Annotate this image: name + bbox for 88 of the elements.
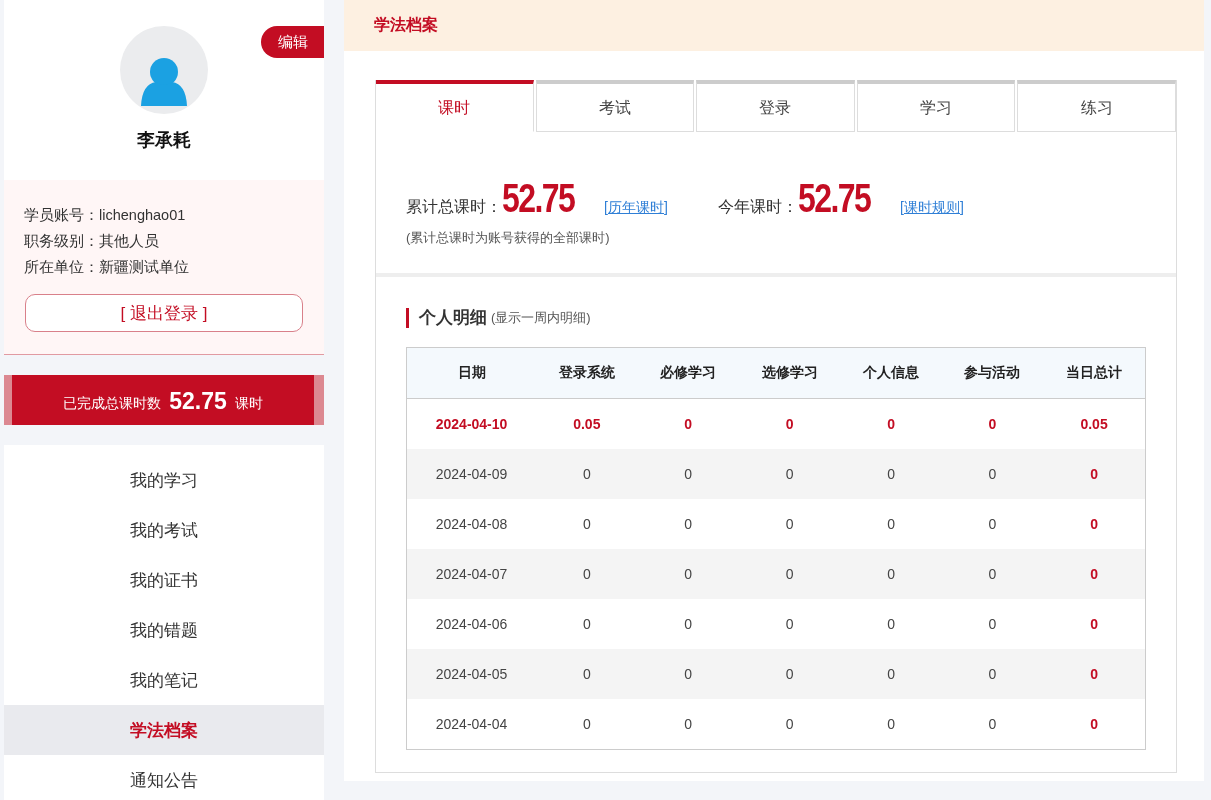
menu-item[interactable]: 我的考试 <box>4 505 324 555</box>
table-cell: 0 <box>738 699 841 750</box>
table-cell: 2024-04-09 <box>406 449 537 499</box>
tab[interactable]: 学习 <box>856 80 1016 132</box>
table-cell: 0 <box>738 549 841 599</box>
stat-value: 52.75 <box>797 176 870 221</box>
banner-unit: 课时 <box>234 395 263 413</box>
table-cell: 0 <box>840 398 942 449</box>
table-cell: 0 <box>536 699 638 750</box>
table-cell: 0 <box>1043 549 1146 599</box>
banner-label: 已完成总课时数 <box>63 395 162 413</box>
stat-value: 52.75 <box>502 176 575 221</box>
table-cell: 0 <box>637 649 739 699</box>
stat-link[interactable]: [历年课时] <box>604 199 668 217</box>
menu-item[interactable]: 我的错题 <box>4 605 324 655</box>
table-cell: 0 <box>840 499 942 549</box>
table-cell: 0 <box>536 649 638 699</box>
table-cell: 0 <box>941 599 1044 649</box>
menu-item[interactable]: 我的学习 <box>4 455 324 505</box>
table-cell: 0 <box>840 599 942 649</box>
section-subtitle: (显示一周内明细) <box>491 309 591 327</box>
user-name: 李承耗 <box>137 129 191 152</box>
note-text: (累计总课时为账号获得的全部课时) <box>406 229 611 247</box>
page-title: 学法档案 <box>374 15 438 35</box>
info-text: 所在单位：新疆测试单位 <box>24 258 190 277</box>
table-cell: 2024-04-10 <box>406 398 537 449</box>
table-cell: 0 <box>738 398 841 449</box>
table-cell: 0 <box>637 449 739 499</box>
tab[interactable]: 练习 <box>1017 80 1176 132</box>
table-cell: 0 <box>536 549 638 599</box>
column-header: 日期 <box>406 347 537 399</box>
table-cell: 0 <box>941 549 1044 599</box>
table-cell: 0 <box>941 398 1044 449</box>
tab[interactable]: 课时 <box>376 80 534 132</box>
table-cell: 2024-04-07 <box>406 549 537 599</box>
menu-item[interactable]: 我的笔记 <box>4 655 324 705</box>
table-cell: 0 <box>1043 649 1146 699</box>
column-header: 当日总计 <box>1043 347 1146 399</box>
stat-label: 累计总课时： <box>406 197 502 217</box>
menu-item[interactable]: 学法档案 <box>4 705 324 755</box>
table-cell: 0 <box>637 699 739 750</box>
table-cell: 2024-04-08 <box>406 499 537 549</box>
table-cell: 0 <box>840 649 942 699</box>
table-cell: 0 <box>941 699 1044 750</box>
accent-bar <box>406 308 409 328</box>
info-text: 职务级别：其他人员 <box>24 232 160 251</box>
table-cell: 0 <box>840 699 942 750</box>
table-cell: 0 <box>738 649 841 699</box>
table-cell: 0 <box>1043 699 1146 750</box>
edit-button[interactable]: 编辑 <box>261 26 324 58</box>
table-cell: 0 <box>738 449 841 499</box>
stat-link[interactable]: [课时规则] <box>900 199 964 217</box>
table-cell: 0 <box>637 499 739 549</box>
section-title: 个人明细 <box>419 307 487 328</box>
table-cell: 0 <box>941 649 1044 699</box>
column-header: 登录系统 <box>536 347 638 399</box>
table-cell: 2024-04-06 <box>406 599 537 649</box>
column-header: 参与活动 <box>941 347 1044 399</box>
table-cell: 0 <box>536 499 638 549</box>
table-cell: 0 <box>637 549 739 599</box>
tab[interactable]: 考试 <box>535 80 695 132</box>
table-cell: 0 <box>1043 599 1146 649</box>
table-cell: 0 <box>941 499 1044 549</box>
stat-label: 今年课时： <box>717 197 798 217</box>
table-cell: 0.05 <box>536 398 638 449</box>
info-text: 学员账号：lichenghao01 <box>24 206 187 225</box>
table-cell: 0 <box>840 549 942 599</box>
tab[interactable]: 登录 <box>696 80 855 132</box>
column-header: 必修学习 <box>637 347 739 399</box>
table-cell: 0 <box>941 449 1044 499</box>
table-cell: 0.05 <box>1043 398 1146 449</box>
table-cell: 0 <box>1043 499 1146 549</box>
column-header: 选修学习 <box>738 347 841 399</box>
table-cell: 2024-04-05 <box>406 649 537 699</box>
column-header: 个人信息 <box>840 347 942 399</box>
table-cell: 0 <box>536 599 638 649</box>
table-cell: 0 <box>536 449 638 499</box>
table-cell: 0 <box>840 449 942 499</box>
table-cell: 0 <box>1043 449 1146 499</box>
table-cell: 0 <box>738 599 841 649</box>
table-cell: 2024-04-04 <box>406 699 537 750</box>
table-cell: 0 <box>637 599 739 649</box>
table-cell: 0 <box>637 398 739 449</box>
banner-value: 52.75 <box>169 387 227 415</box>
logout-button[interactable]: [ 退出登录 ] <box>25 294 303 332</box>
menu-item[interactable]: 我的证书 <box>4 555 324 605</box>
table-cell: 0 <box>738 499 841 549</box>
menu-item[interactable]: 通知公告 <box>4 755 324 800</box>
